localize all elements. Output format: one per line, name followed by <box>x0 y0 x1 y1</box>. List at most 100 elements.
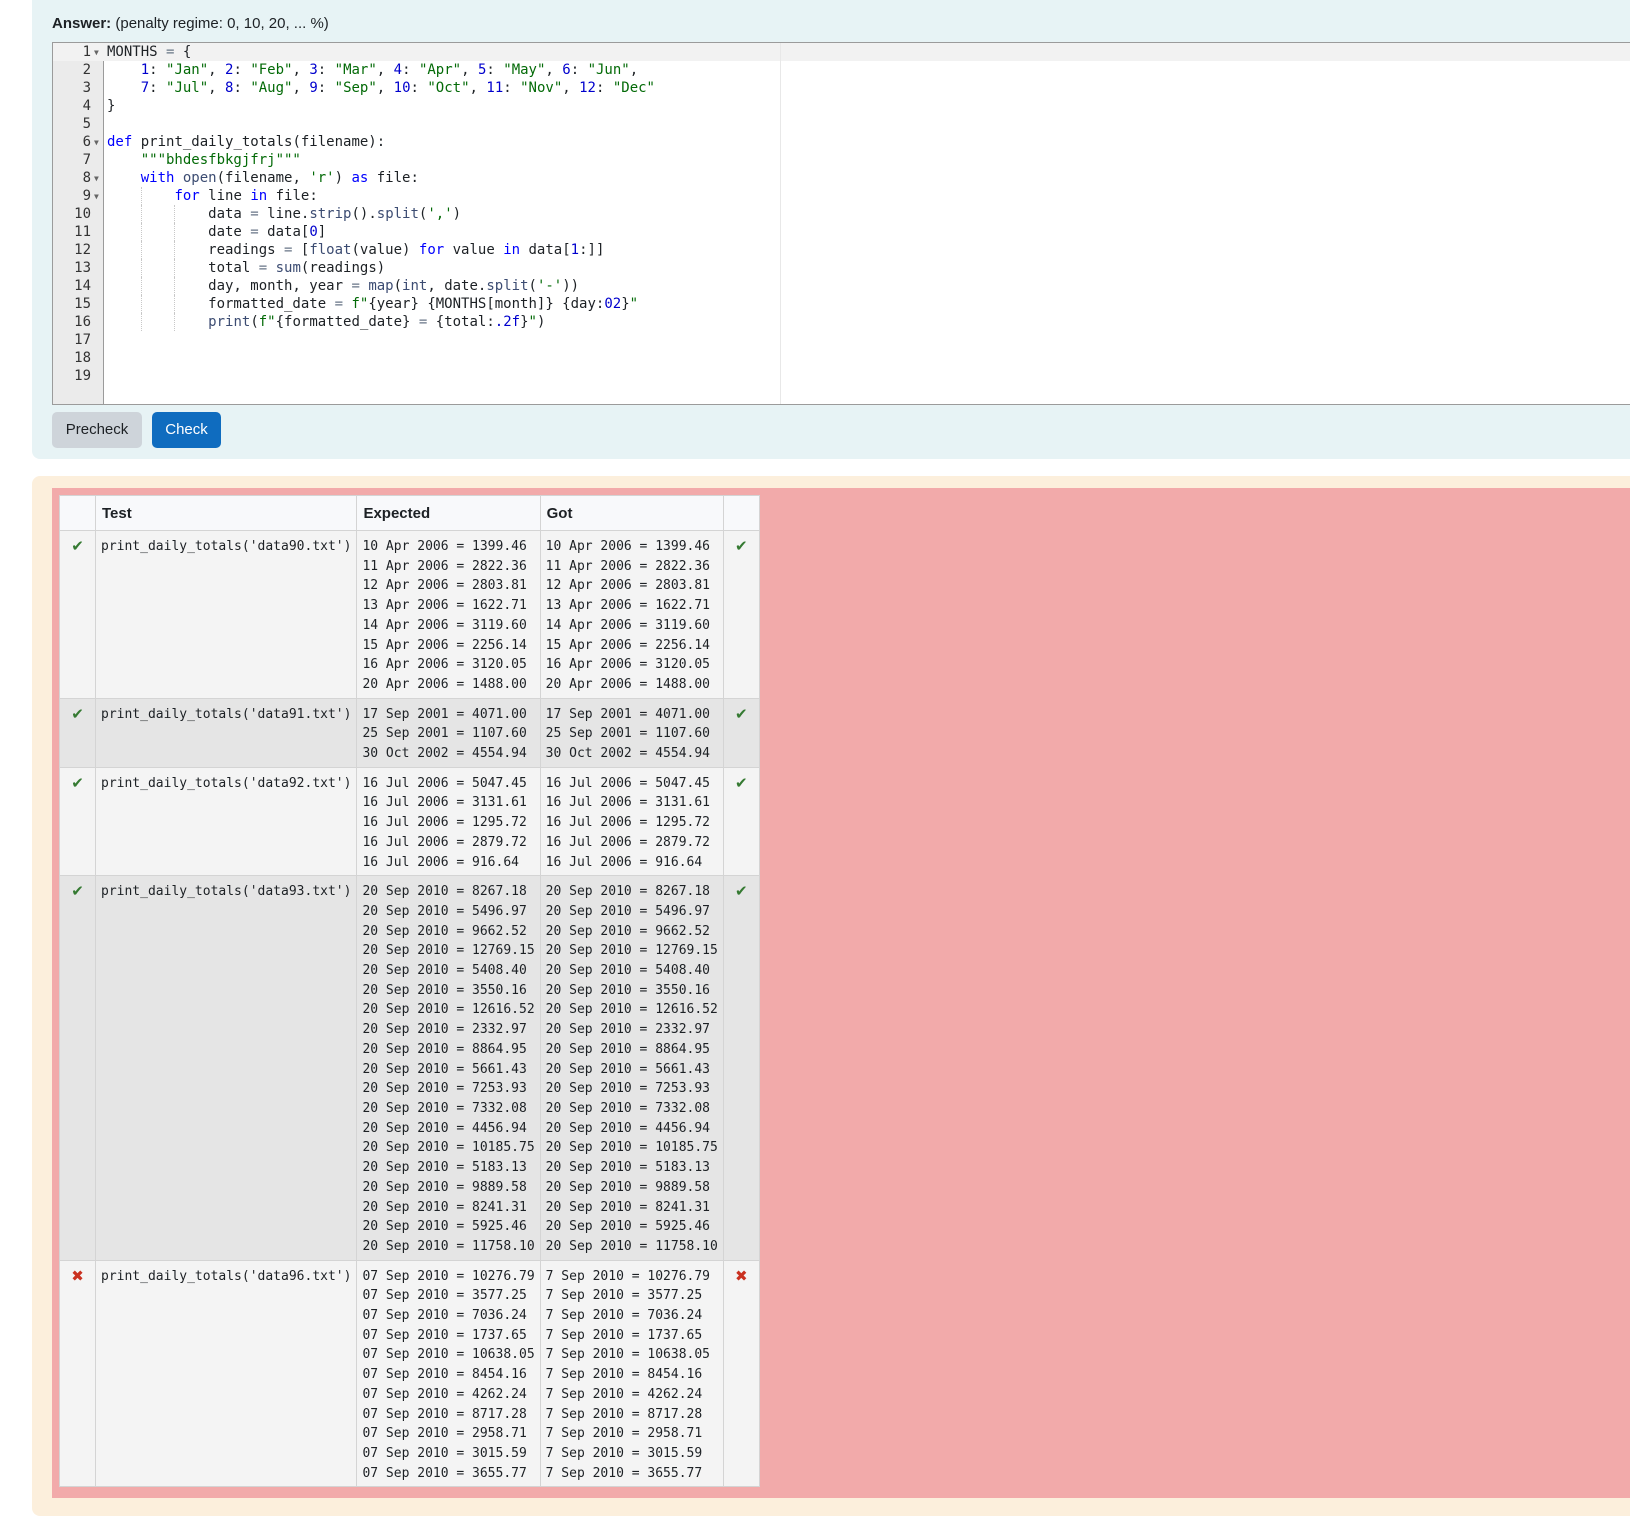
line-number: 10 <box>74 206 91 222</box>
code-text: MONTHS = { <box>107 44 192 60</box>
code-line[interactable]: 6 ▼ def print_daily_totals(filename): <box>53 133 1553 151</box>
pass-check-icon: ✔ <box>722 697 760 768</box>
line-number: 2 <box>82 62 91 78</box>
code-line[interactable]: 8 ▼ with open(filename, 'r') as file: <box>53 169 1553 187</box>
code-line[interactable]: 12 readings = [float(value) for value in… <box>53 241 1553 259</box>
code-line[interactable]: 2 1: "Jan", 2: "Feb", 3: "Mar", 4: "Apr"… <box>53 61 1553 79</box>
line-number: 7 <box>82 152 91 168</box>
code-line[interactable]: 7 """bhdesfbkgjfrj""" <box>53 151 1553 169</box>
code-line[interactable]: 3 7: "Jul", 8: "Aug", 9: "Sep", 10: "Oct… <box>53 79 1553 97</box>
pass-check-icon: ✔ <box>59 875 96 1261</box>
pass-check-icon: ✔ <box>59 530 96 699</box>
code-text: 1: "Jan", 2: "Feb", 3: "Mar", 4: "Apr", … <box>140 62 639 78</box>
test-cell: print_daily_totals('data91.txt') <box>94 697 358 768</box>
got-cell: 7 Sep 2010 = 10276.79 7 Sep 2010 = 3577.… <box>539 1259 724 1488</box>
code-line[interactable]: 16 print(f"{formatted_date} = {total:.2f… <box>53 313 1553 331</box>
answer-header: Answer: (penalty regime: 0, 10, 20, ... … <box>52 15 329 32</box>
test-column-header: Test <box>94 495 358 531</box>
got-cell: 20 Sep 2010 = 8267.18 20 Sep 2010 = 5496… <box>539 875 724 1261</box>
expected-cell: 16 Jul 2006 = 5047.45 16 Jul 2006 = 3131… <box>356 766 541 877</box>
pass-check-icon: ✔ <box>722 766 760 877</box>
code-text: formatted_date = f"{year} {MONTHS[month]… <box>107 296 639 312</box>
precheck-button[interactable]: Precheck <box>52 412 142 448</box>
answer-label: Answer: <box>52 15 112 32</box>
line-number: 1 <box>82 44 91 60</box>
table-row: ✔ print_daily_totals('data92.txt') 16 Jul … <box>59 766 760 877</box>
fold-arrow-icon[interactable]: ▼ <box>94 134 99 152</box>
line-number: 9 <box>82 188 91 204</box>
pass-check-icon: ✔ <box>722 875 760 1261</box>
code-text: date = data[0] <box>107 224 327 240</box>
code-line[interactable]: 11 date = data[0] <box>53 223 1553 241</box>
code-text: data = line.strip().split(',') <box>107 206 462 222</box>
code-text: 7: "Jul", 8: "Aug", 9: "Sep", 10: "Oct",… <box>140 80 655 96</box>
line-number: 6 <box>82 134 91 150</box>
line-number: 15 <box>74 296 91 312</box>
test-cell: print_daily_totals('data93.txt') <box>94 875 358 1261</box>
line-number: 13 <box>74 260 91 276</box>
status-column-header <box>59 495 96 531</box>
line-number: 12 <box>74 242 91 258</box>
line-number: 18 <box>74 350 91 366</box>
code-line[interactable]: 19 <box>53 367 1553 385</box>
fold-arrow-icon[interactable]: ▼ <box>94 188 99 206</box>
code-line[interactable]: 4} <box>53 97 1553 115</box>
code-line[interactable]: 14 day, month, year = map(int, date.spli… <box>53 277 1553 295</box>
test-results-table: Test Expected Got ✔ print_daily_totals('d… <box>59 495 760 1488</box>
code-text: print(f"{formatted_date} = {total:.2f}") <box>208 314 546 330</box>
code-text: """bhdesfbkgjfrj""" <box>140 152 301 168</box>
code-line[interactable]: 10 data = line.strip().split(',') <box>53 205 1553 223</box>
line-number: 11 <box>74 224 91 240</box>
test-cell: print_daily_totals('data90.txt') <box>94 530 358 699</box>
code-text: for line in file: <box>174 188 318 204</box>
penalty-regime: (penalty regime: 0, 10, 20, ... %) <box>115 15 329 32</box>
test-cell: print_daily_totals('data96.txt') <box>94 1259 358 1488</box>
code-editor[interactable]: 1 ▼ MONTHS = {2 1: "Jan", 2: "Feb", 3: "Ma… <box>52 42 1630 405</box>
table-header-row: Test Expected Got <box>59 495 760 531</box>
expected-cell: 20 Sep 2010 = 8267.18 20 Sep 2010 = 5496… <box>356 875 541 1261</box>
expected-cell: 17 Sep 2001 = 4071.00 25 Sep 2001 = 1107… <box>356 697 541 768</box>
fail-cross-icon: ✖ <box>59 1259 96 1488</box>
code-text: with open(filename, 'r') as file: <box>140 170 419 186</box>
code-text: total = sum(readings) <box>107 260 386 276</box>
code-text: readings = [float(value) for value in da… <box>107 242 605 258</box>
line-number: 14 <box>74 278 91 294</box>
expected-cell: 07 Sep 2010 = 10276.79 07 Sep 2010 = 357… <box>356 1259 541 1488</box>
code-line[interactable]: 17 <box>53 331 1553 349</box>
line-number: 19 <box>74 368 91 384</box>
code-line[interactable]: 18 <box>53 349 1553 367</box>
line-number: 16 <box>74 314 91 330</box>
code-text: day, month, year = map(int, date.split('… <box>107 278 580 294</box>
result-column-header <box>722 495 760 531</box>
code-line[interactable]: 15 formatted_date = f"{year} {MONTHS[mon… <box>53 295 1553 313</box>
table-row: ✔ print_daily_totals('data91.txt') 17 Sep … <box>59 697 760 768</box>
table-row: ✖ print_daily_totals('data96.txt') 07 Sep … <box>59 1259 760 1488</box>
got-column-header: Got <box>539 495 724 531</box>
got-cell: 10 Apr 2006 = 1399.46 11 Apr 2006 = 2822… <box>539 530 724 699</box>
code-line[interactable]: 9 ▼ for line in file: <box>53 187 1553 205</box>
code-line[interactable]: 1 ▼ MONTHS = { <box>53 43 1553 61</box>
line-number: 8 <box>82 170 91 186</box>
table-row: ✔ print_daily_totals('data93.txt') 20 Sep … <box>59 875 760 1261</box>
table-row: ✔ print_daily_totals('data90.txt') 10 Apr … <box>59 530 760 699</box>
line-number: 4 <box>82 98 91 114</box>
code-text: } <box>107 98 116 114</box>
expected-cell: 10 Apr 2006 = 1399.46 11 Apr 2006 = 2822… <box>356 530 541 699</box>
check-button[interactable]: Check <box>152 412 221 448</box>
fold-arrow-icon[interactable]: ▼ <box>94 170 99 188</box>
line-number: 5 <box>82 116 91 132</box>
expected-column-header: Expected <box>356 495 541 531</box>
fold-arrow-icon[interactable]: ▼ <box>94 44 99 62</box>
pass-check-icon: ✔ <box>722 530 760 699</box>
pass-check-icon: ✔ <box>59 766 96 877</box>
code-line[interactable]: 5 <box>53 115 1553 133</box>
line-number: 17 <box>74 332 91 348</box>
got-cell: 17 Sep 2001 = 4071.00 25 Sep 2001 = 1107… <box>539 697 724 768</box>
pass-check-icon: ✔ <box>59 697 96 768</box>
code-line[interactable]: 13 total = sum(readings) <box>53 259 1553 277</box>
test-cell: print_daily_totals('data92.txt') <box>94 766 358 877</box>
code-text: def print_daily_totals(filename): <box>107 134 386 150</box>
fail-cross-icon: ✖ <box>722 1259 760 1488</box>
line-number: 3 <box>82 80 91 96</box>
got-cell: 16 Jul 2006 = 5047.45 16 Jul 2006 = 3131… <box>539 766 724 877</box>
